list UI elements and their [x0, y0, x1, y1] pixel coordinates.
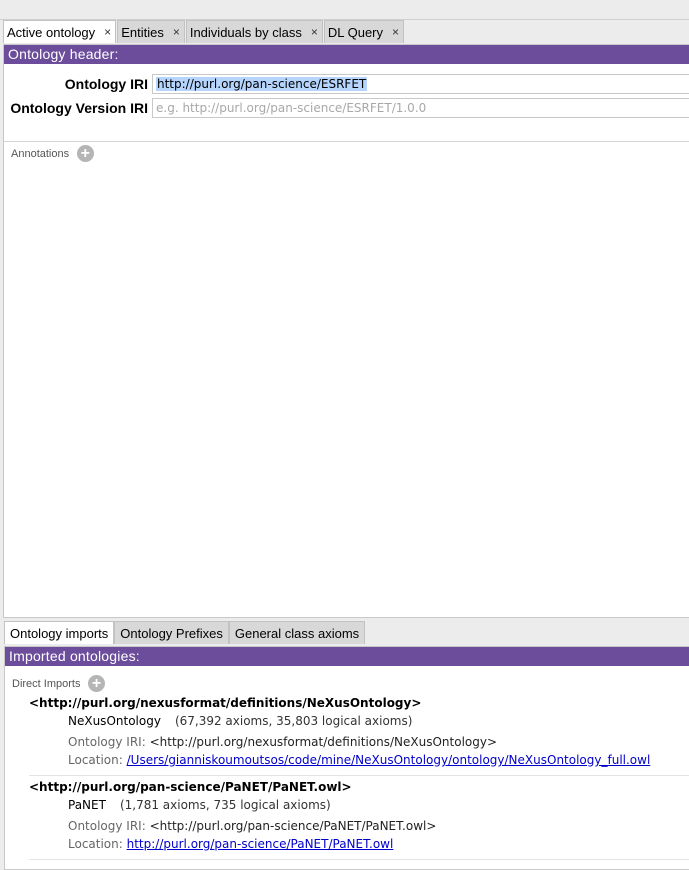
annotations-area: Annotations +	[4, 141, 689, 616]
annotations-label: Annotations	[11, 148, 70, 160]
tab-individuals-by-class[interactable]: Individuals by class ×	[185, 20, 323, 43]
import-location-line: Location: /Users/gianniskoumoutsos/code/…	[68, 753, 650, 767]
tab-label: Individuals by class	[189, 24, 302, 40]
annotations-header: Annotations +	[11, 145, 94, 163]
import-iri: <http://purl.org/nexusformat/definitions…	[29, 696, 422, 710]
ontology-iri-value: http://purl.org/pan-science/ESRFET	[156, 77, 368, 91]
import-location-link[interactable]: http://purl.org/pan-science/PaNET/PaNET.…	[127, 837, 394, 851]
direct-imports-label: Direct Imports	[12, 678, 81, 690]
add-annotation-icon[interactable]: +	[76, 145, 94, 163]
import-name-row: NeXusOntology (67,392 axioms, 35,803 logi…	[68, 714, 412, 728]
import-divider	[29, 775, 689, 776]
import-ontology-iri: <http://purl.org/pan-science/PaNET/PaNET…	[149, 819, 437, 833]
tab-active-ontology[interactable]: Active ontology ×	[3, 20, 117, 43]
ontology-version-iri-placeholder: e.g. http://purl.org/pan-science/ESRFET/…	[156, 101, 427, 115]
location-key: Location:	[68, 753, 123, 767]
location-key: Location:	[68, 837, 123, 851]
tab-label: Entities	[121, 24, 164, 40]
bottom-tab-bar: Ontology imports Ontology Prefixes Gener…	[4, 621, 366, 645]
ontology-version-iri-label: Ontology Version IRI	[10, 100, 148, 116]
import-location-line: Location: http://purl.org/pan-science/Pa…	[68, 837, 393, 851]
tab-general-class-axioms[interactable]: General class axioms	[228, 621, 366, 644]
import-name: NeXusOntology	[68, 714, 161, 728]
tab-label: Active ontology	[7, 24, 96, 40]
close-icon[interactable]: ×	[104, 25, 111, 39]
tab-entities[interactable]: Entities ×	[117, 20, 185, 43]
tab-label: DL Query	[327, 24, 384, 40]
main-tab-bar: Active ontology × Entities × Individuals…	[3, 20, 405, 44]
import-ontology-iri: <http://purl.org/nexusformat/definitions…	[149, 735, 498, 749]
import-ontology-iri-line: Ontology IRI: <http://purl.org/nexusform…	[68, 735, 497, 749]
import-axiom-counts: (67,392 axioms, 35,803 logical axioms)	[174, 714, 413, 728]
imported-ontologies-panel: Imported ontologies: Direct Imports + <h…	[4, 646, 689, 870]
ontology-iri-field[interactable]: http://purl.org/pan-science/ESRFET	[152, 74, 689, 94]
import-iri: <http://purl.org/pan-science/PaNET/PaNET…	[29, 780, 352, 794]
ontology-iri-key: Ontology IRI:	[68, 819, 146, 833]
close-icon[interactable]: ×	[311, 25, 318, 39]
ontology-iri-row: Ontology IRI http://purl.org/pan-science…	[4, 73, 689, 95]
direct-imports-header: Direct Imports +	[12, 675, 106, 693]
tab-ontology-prefixes[interactable]: Ontology Prefixes	[114, 621, 229, 644]
window-top-strip	[0, 0, 689, 20]
ontology-header-title: Ontology header:	[4, 45, 689, 64]
add-import-icon[interactable]: +	[88, 675, 106, 693]
tab-ontology-imports[interactable]: Ontology imports	[4, 621, 115, 644]
imported-ontologies-title: Imported ontologies:	[5, 647, 689, 666]
close-icon[interactable]: ×	[392, 25, 399, 39]
ontology-iri-key: Ontology IRI:	[68, 735, 146, 749]
import-location-link[interactable]: /Users/gianniskoumoutsos/code/mine/NeXus…	[127, 753, 651, 767]
ontology-iri-label: Ontology IRI	[64, 76, 148, 92]
import-name: PaNET	[68, 798, 106, 812]
ontology-version-iri-row: Ontology Version IRI e.g. http://purl.or…	[4, 97, 689, 119]
import-axiom-counts: (1,781 axioms, 735 logical axioms)	[119, 798, 331, 812]
tab-dl-query[interactable]: DL Query ×	[323, 20, 405, 43]
close-icon[interactable]: ×	[173, 25, 180, 39]
import-ontology-iri-line: Ontology IRI: <http://purl.org/pan-scien…	[68, 819, 436, 833]
import-name-row: PaNET (1,781 axioms, 735 logical axioms)	[68, 798, 331, 812]
ontology-version-iri-field[interactable]: e.g. http://purl.org/pan-science/ESRFET/…	[152, 98, 689, 118]
import-divider	[29, 859, 689, 860]
ontology-header-panel: Ontology header: Ontology IRI http://pur…	[3, 44, 689, 618]
